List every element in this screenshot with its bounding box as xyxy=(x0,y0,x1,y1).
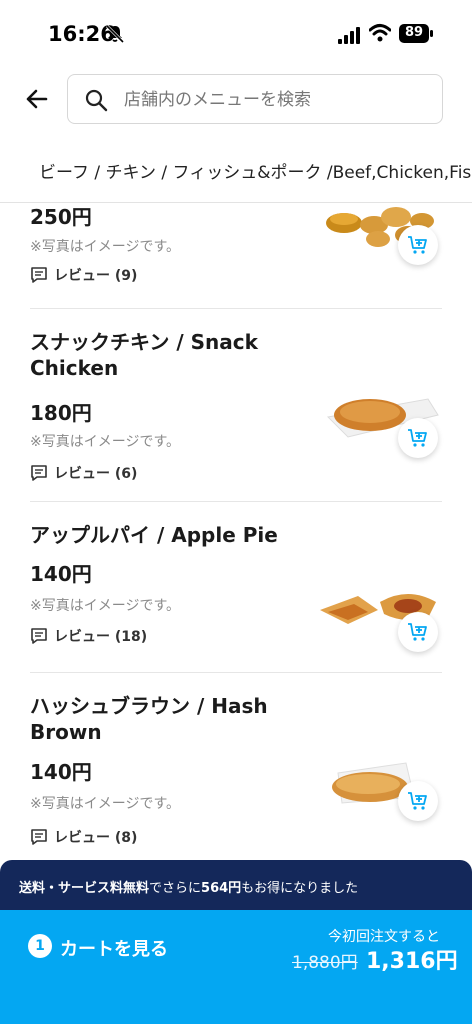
add-to-cart-button[interactable] xyxy=(398,225,438,265)
promo-suffix: もお得になりました xyxy=(241,881,359,896)
add-cart-icon xyxy=(408,623,427,641)
view-cart-button[interactable]: 1 カートを見る 今初回注文すると 1,880円 1,316円 xyxy=(0,910,472,1024)
item-reviews-link[interactable]: レビュー (6) xyxy=(30,463,137,483)
menu-item[interactable]: アップルパイ / Apple Pie 140円 ※写真はイメージです。 レビュー… xyxy=(0,502,472,672)
search-icon xyxy=(85,89,108,112)
search-box[interactable] xyxy=(67,74,443,124)
item-price: 140円 xyxy=(30,760,92,784)
cellular-signal-icon xyxy=(338,27,360,44)
item-reviews-label: レビュー (6) xyxy=(54,466,138,482)
free-delivery-banner: 送料・サービス料無料でさらに564円もお得になりました xyxy=(0,860,472,912)
item-name: スナックチキン / Snack Chicken xyxy=(30,330,258,380)
review-comment-icon xyxy=(31,465,47,481)
item-price: 180円 xyxy=(30,401,92,425)
cart-count-badge: 1 xyxy=(28,934,52,958)
wifi-icon xyxy=(369,24,391,42)
original-price: 1,880円 xyxy=(292,953,358,973)
review-comment-icon xyxy=(31,829,47,845)
item-name: ハッシュブラウン / Hash Brown xyxy=(30,694,268,744)
item-photo-note: ※写真はイメージです。 xyxy=(30,598,181,614)
item-photo-note: ※写真はイメージです。 xyxy=(30,239,181,255)
status-bar: 16:26 89 xyxy=(0,0,472,64)
bell-muted-icon xyxy=(105,24,125,44)
item-reviews-link[interactable]: レビュー (8) xyxy=(30,827,137,847)
add-cart-icon xyxy=(408,792,427,810)
item-photo-note: ※写真はイメージです。 xyxy=(30,434,181,450)
view-cart-label: カートを見る xyxy=(60,939,168,960)
promo-prefix: 送料・サービス料無料 xyxy=(19,881,150,896)
item-reviews-label: レビュー (18) xyxy=(54,629,148,645)
add-to-cart-button[interactable] xyxy=(398,781,438,821)
item-price: 140円 xyxy=(30,562,92,586)
item-reviews-link[interactable]: レビュー (18) xyxy=(30,626,147,646)
item-reviews-link[interactable]: レビュー (9) xyxy=(30,265,137,285)
review-comment-icon xyxy=(31,267,47,283)
battery-level: 89 xyxy=(404,25,424,40)
item-price: 250円 xyxy=(30,205,92,229)
menu-item[interactable]: スナックチキン / Snack Chicken 180円 ※写真はイメージです。… xyxy=(0,309,472,501)
promo-amount: 564円 xyxy=(201,881,242,896)
search-input[interactable] xyxy=(124,85,424,115)
battery-indicator: 89 xyxy=(399,24,433,43)
item-name: アップルパイ / Apple Pie xyxy=(30,523,278,547)
discounted-price: 1,316円 xyxy=(366,949,458,974)
back-arrow-icon[interactable] xyxy=(24,86,50,112)
menu-item[interactable]: ハッシュブラウン / Hash Brown 140円 ※写真はイメージです。 レ… xyxy=(0,673,472,860)
promo-middle: でさらに xyxy=(149,881,202,896)
item-reviews-label: レビュー (9) xyxy=(54,268,138,284)
add-to-cart-button[interactable] xyxy=(398,612,438,652)
item-reviews-label: レビュー (8) xyxy=(54,830,138,846)
review-comment-icon xyxy=(31,628,47,644)
item-photo-note: ※写真はイメージです。 xyxy=(30,796,181,812)
category-tab[interactable]: ビーフ / チキン / フィッシュ&ポーク /Beef,Chicken,Fish xyxy=(39,158,472,183)
add-to-cart-button[interactable] xyxy=(398,418,438,458)
menu-item-list: 250円 ※写真はイメージです。 レビュー (9) スナックチキン / Snac… xyxy=(0,203,472,860)
add-cart-icon xyxy=(408,429,427,447)
add-cart-icon xyxy=(408,236,427,254)
menu-item[interactable]: 250円 ※写真はイメージです。 レビュー (9) xyxy=(0,203,472,303)
